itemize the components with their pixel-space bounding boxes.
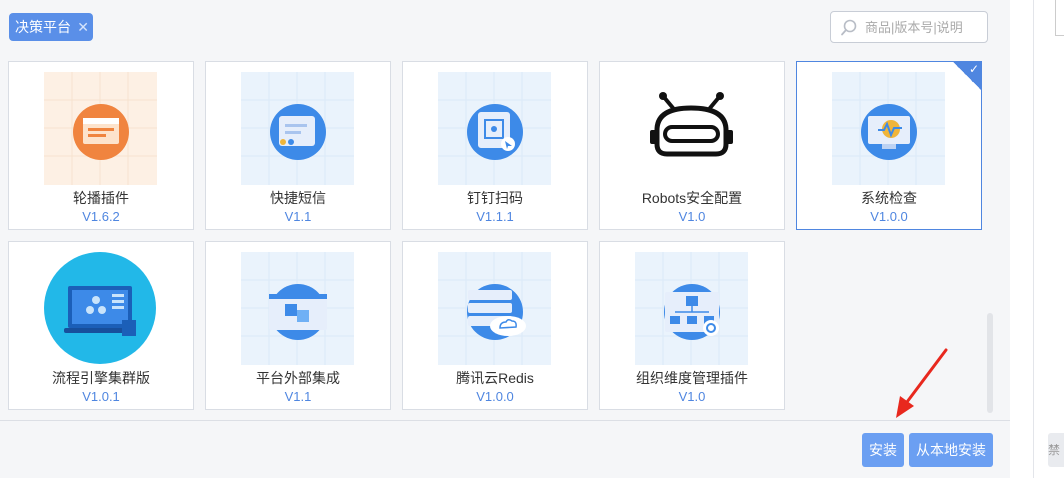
plugin-version: V1.0.0 <box>476 389 514 404</box>
robot-icon <box>635 72 748 185</box>
scrollbar[interactable] <box>987 313 993 413</box>
plugin-name: 腾讯云Redis <box>456 370 534 386</box>
edge-button-label: 禁 <box>1048 443 1061 457</box>
install-button[interactable]: 安装 <box>862 433 904 467</box>
plugin-name: 轮播插件 <box>73 190 129 206</box>
footer-bar <box>0 420 1010 478</box>
plugin-card[interactable]: 流程引擎集群版 V1.0.1 <box>8 241 194 410</box>
monitor-check-icon <box>832 72 945 185</box>
edge-button[interactable]: 禁 <box>1048 433 1064 467</box>
plugin-name: 流程引擎集群版 <box>52 370 150 386</box>
plugin-version: V1.0.1 <box>82 389 120 404</box>
plugin-card[interactable]: 轮播插件 V1.6.2 <box>8 61 194 230</box>
annotation-arrow <box>896 348 948 418</box>
integration-icon <box>241 252 354 365</box>
plugin-card[interactable]: 快捷短信 V1.1 <box>205 61 391 230</box>
plugin-version: V1.1 <box>284 209 312 224</box>
org-chart-icon <box>635 252 748 365</box>
search-box[interactable] <box>830 11 988 43</box>
plugin-version: V1.1 <box>284 389 312 404</box>
plugin-card[interactable]: Robots安全配置 V1.0 <box>599 61 785 230</box>
filter-tag-label: 决策平台 <box>15 19 71 35</box>
plugin-version: V1.1.1 <box>476 209 514 224</box>
search-input[interactable] <box>865 16 983 38</box>
plugin-name: 快捷短信 <box>270 190 326 206</box>
plugin-version: V1.6.2 <box>82 209 120 224</box>
plugin-name: 组织维度管理插件 <box>636 370 748 386</box>
side-panel-edge <box>1033 0 1064 478</box>
plugin-version: V1.0 <box>678 389 706 404</box>
plugin-name: 系统检查 <box>861 190 917 206</box>
plugin-name: 钉钉扫码 <box>467 190 523 206</box>
cloud-redis-icon <box>438 252 551 365</box>
workflow-cluster-icon <box>44 252 156 364</box>
scan-icon <box>438 72 551 185</box>
plugin-card-selected[interactable]: ✓ 系统检查 V1.0.0 <box>796 61 982 230</box>
plugin-card[interactable]: 平台外部集成 V1.1 <box>205 241 391 410</box>
selected-check-icon: ✓ <box>952 61 982 91</box>
plugin-name: Robots安全配置 <box>641 190 743 206</box>
search-icon <box>841 19 857 36</box>
plugin-version: V1.0 <box>678 209 706 224</box>
local-install-button[interactable]: 从本地安装 <box>909 433 993 467</box>
plugin-card[interactable]: 钉钉扫码 V1.1.1 <box>402 61 588 230</box>
message-icon <box>241 72 354 185</box>
filter-tag[interactable]: 决策平台 ✕ <box>9 13 93 41</box>
carousel-icon <box>44 72 157 185</box>
plugin-card[interactable]: 腾讯云Redis V1.0.0 <box>402 241 588 410</box>
plugin-name: 平台外部集成 <box>256 370 340 386</box>
plugin-version: V1.0.0 <box>870 209 908 224</box>
edge-input <box>1055 0 1064 36</box>
close-icon[interactable]: ✕ <box>77 13 89 41</box>
plugin-card[interactable]: 组织维度管理插件 V1.0 <box>599 241 785 410</box>
